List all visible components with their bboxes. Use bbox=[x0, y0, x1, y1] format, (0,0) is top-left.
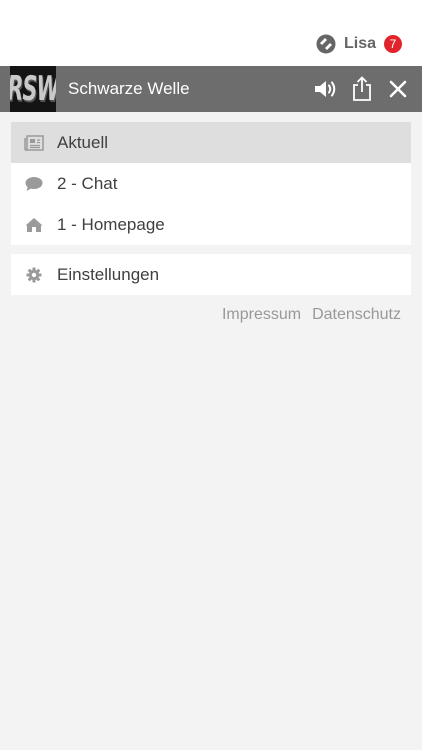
menu-item-label: Aktuell bbox=[57, 132, 109, 152]
impressum-link[interactable]: Impressum bbox=[222, 306, 301, 324]
newspaper-icon bbox=[24, 133, 44, 153]
datenschutz-link[interactable]: Datenschutz bbox=[312, 306, 401, 324]
notification-badge[interactable]: 7 bbox=[384, 35, 402, 53]
top-bar: Lisa 7 bbox=[0, 0, 422, 66]
station-logo: RSW bbox=[10, 66, 56, 112]
station-menu: Aktuell 2 - Chat 1 - Homepage bbox=[11, 122, 411, 245]
close-icon bbox=[389, 80, 407, 98]
home-icon bbox=[24, 215, 44, 235]
footer-links: Impressum Datenschutz bbox=[211, 306, 401, 324]
share-icon bbox=[353, 76, 371, 101]
gear-icon bbox=[24, 265, 44, 285]
volume-icon bbox=[315, 81, 336, 97]
share-button[interactable] bbox=[344, 71, 380, 107]
user-menu[interactable]: Lisa 7 bbox=[316, 32, 402, 56]
chat-bubble-icon bbox=[24, 174, 44, 194]
station-logo-text: RSW bbox=[10, 69, 56, 109]
settings-panel: Einstellungen bbox=[11, 254, 411, 295]
menu-item-chat[interactable]: 2 - Chat bbox=[11, 163, 411, 204]
menu-item-label: 1 - Homepage bbox=[57, 214, 165, 234]
settings-item[interactable]: Einstellungen bbox=[11, 254, 411, 295]
phonostar-logo-icon bbox=[316, 34, 336, 54]
volume-button[interactable] bbox=[308, 71, 344, 107]
menu-item-homepage[interactable]: 1 - Homepage bbox=[11, 204, 411, 245]
station-header: RSW Schwarze Welle bbox=[0, 66, 422, 112]
settings-label: Einstellungen bbox=[57, 264, 160, 284]
station-title: Schwarze Welle bbox=[68, 79, 190, 98]
menu-item-label: 2 - Chat bbox=[57, 173, 118, 193]
menu-item-aktuell[interactable]: Aktuell bbox=[11, 122, 411, 163]
close-button[interactable] bbox=[380, 71, 416, 107]
user-name[interactable]: Lisa bbox=[344, 35, 376, 53]
